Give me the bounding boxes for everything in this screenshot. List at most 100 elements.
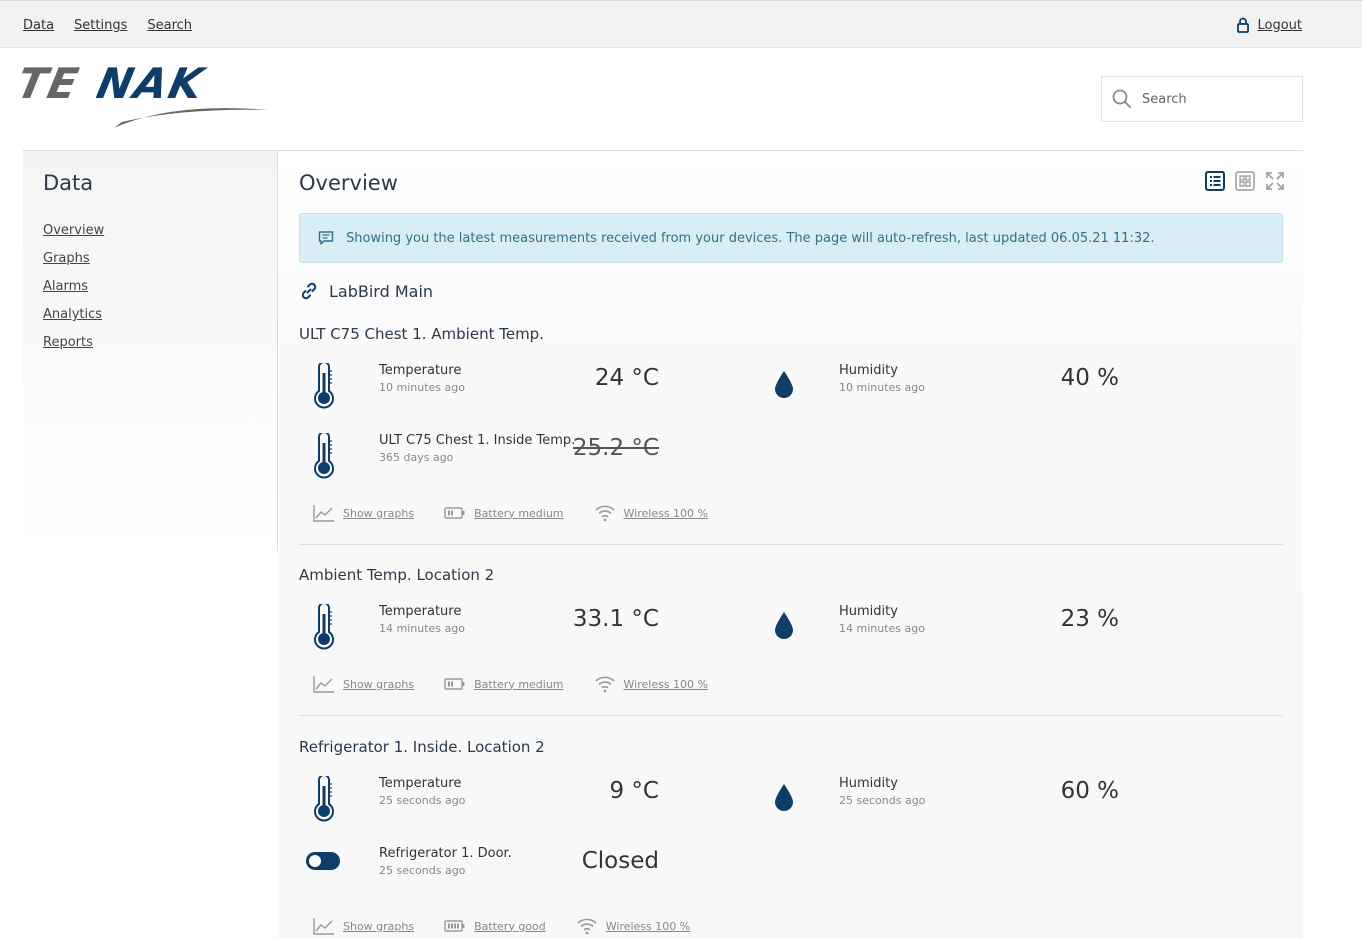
measurement-row: Temperature 10 minutes ago 24 °C Humidit… — [299, 363, 1283, 413]
battery-icon — [444, 678, 465, 690]
top-nav: Data Settings Search — [23, 18, 192, 33]
show-graphs-label: Show graphs — [343, 919, 415, 933]
chart-icon — [313, 676, 334, 693]
measurement-label: Temperature — [379, 363, 462, 378]
measurement-age: 14 minutes ago — [379, 622, 465, 635]
battery-status[interactable]: Battery medium — [444, 506, 564, 520]
top-bar: Data Settings Search Logout — [0, 0, 1362, 48]
battery-label: Battery medium — [474, 677, 564, 691]
measurement-value: 24 °C — [594, 365, 659, 391]
sidebar-item-graphs[interactable]: Graphs — [43, 251, 90, 266]
svg-text:TE: TE — [22, 64, 84, 109]
measurement-value: 60 % — [1060, 778, 1119, 804]
device-card: ULT C75 Chest 1. Ambient Temp. Temperatu… — [299, 325, 1283, 545]
device-footer: Show graphs Battery medium Wireless 100 … — [313, 675, 738, 693]
device-group-header[interactable]: LabBird Main — [299, 281, 433, 301]
sidebar-title: Data — [43, 171, 94, 195]
measurement-value: 40 % — [1060, 365, 1119, 391]
device-card: Ambient Temp. Location 2 Temperature 14 … — [299, 566, 1283, 716]
measurement-age: 10 minutes ago — [839, 381, 925, 394]
sidebar-item-analytics[interactable]: Analytics — [43, 307, 102, 322]
battery-label: Battery good — [474, 919, 546, 933]
droplet-icon — [775, 784, 793, 811]
view-toggle — [1205, 171, 1285, 191]
device-footer: Show graphs Battery good Wireless 100 % — [313, 917, 720, 935]
battery-status[interactable]: Battery medium — [444, 677, 564, 691]
search-input[interactable] — [1142, 91, 1282, 107]
sidebar-item-overview[interactable]: Overview — [43, 223, 104, 238]
logout-label: Logout — [1257, 17, 1302, 33]
show-graphs-link[interactable]: Show graphs — [313, 504, 414, 522]
measurement-value: 33.1 °C — [572, 606, 659, 632]
measurement-row: Refrigerator 1. Door. 25 seconds ago Clo… — [299, 846, 1283, 896]
list-view-icon — [1205, 171, 1225, 191]
wireless-status[interactable]: Wireless 100 % — [576, 917, 690, 935]
chart-icon — [313, 918, 334, 935]
device-group-name: LabBird Main — [329, 281, 434, 301]
sidebar-item-alarms[interactable]: Alarms — [43, 279, 88, 294]
measurement-label: Humidity — [839, 363, 898, 378]
sidebar-menu: Overview Graphs Alarms Analytics Reports — [43, 217, 104, 357]
device-card: Refrigerator 1. Inside. Location 2 Tempe… — [299, 738, 1283, 938]
battery-label: Battery medium — [474, 506, 564, 520]
topnav-data-link[interactable]: Data — [23, 18, 54, 33]
fullscreen-icon — [1266, 172, 1284, 190]
measurement-age: 25 seconds ago — [379, 794, 466, 807]
sidebar-item-reports[interactable]: Reports — [43, 335, 93, 350]
device-name: ULT C75 Chest 1. Ambient Temp. — [299, 325, 544, 343]
main-content: Overview Showing you the latest measurem… — [279, 151, 1303, 939]
info-banner: Showing you the latest measurements rece… — [299, 213, 1283, 263]
tenak-logo[interactable]: TE NAK — [12, 60, 282, 134]
wireless-status[interactable]: Wireless 100 % — [594, 504, 708, 522]
droplet-icon — [775, 371, 793, 398]
wireless-label: Wireless 100 % — [623, 506, 708, 520]
topnav-settings-link[interactable]: Settings — [74, 18, 127, 33]
thermometer-icon — [314, 604, 334, 650]
chart-icon — [313, 505, 334, 522]
measurement-age: 25 seconds ago — [379, 864, 466, 877]
measurement-label: Humidity — [839, 776, 898, 791]
show-graphs-link[interactable]: Show graphs — [313, 675, 414, 693]
toggle-icon — [306, 852, 340, 870]
battery-icon — [444, 507, 465, 519]
page-title: Overview — [299, 171, 398, 195]
measurement-label: Temperature — [379, 776, 462, 791]
wireless-label: Wireless 100 % — [623, 677, 708, 691]
measurement-row: Temperature 14 minutes ago 33.1 °C Humid… — [299, 604, 1283, 654]
info-message: Showing you the latest measurements rece… — [346, 230, 1155, 246]
grid-view-button[interactable] — [1235, 171, 1255, 191]
topnav-search-link[interactable]: Search — [147, 18, 192, 33]
wifi-icon — [594, 676, 615, 693]
sidebar: Data Overview Graphs Alarms Analytics Re… — [23, 151, 278, 551]
measurement-value: Closed — [581, 848, 659, 874]
logout-link[interactable]: Logout — [1237, 17, 1302, 33]
show-graphs-link[interactable]: Show graphs — [313, 917, 414, 935]
thermometer-icon — [314, 363, 334, 409]
measurement-age: 25 seconds ago — [839, 794, 926, 807]
measurement-value: 23 % — [1060, 606, 1119, 632]
search-icon — [1112, 89, 1131, 108]
device-divider — [299, 715, 1283, 716]
wireless-status[interactable]: Wireless 100 % — [594, 675, 708, 693]
measurement-label: Humidity — [839, 604, 898, 619]
droplet-icon — [775, 612, 793, 639]
measurement-age: 365 days ago — [379, 451, 454, 464]
measurement-row: Temperature 25 seconds ago 9 °C Humidity… — [299, 776, 1283, 826]
measurement-age: 14 minutes ago — [839, 622, 925, 635]
show-graphs-label: Show graphs — [343, 677, 415, 691]
device-name: Refrigerator 1. Inside. Location 2 — [299, 738, 545, 756]
measurement-label: Refrigerator 1. Door. — [379, 846, 512, 861]
search-box[interactable] — [1101, 76, 1303, 122]
measurement-value: 9 °C — [609, 778, 659, 804]
list-view-button[interactable] — [1205, 171, 1225, 191]
show-graphs-label: Show graphs — [343, 506, 415, 520]
device-divider — [299, 544, 1283, 545]
device-name: Ambient Temp. Location 2 — [299, 566, 495, 584]
fullscreen-button[interactable] — [1265, 171, 1285, 191]
device-footer: Show graphs Battery medium Wireless 100 … — [313, 504, 738, 522]
thermometer-icon — [314, 776, 334, 822]
wifi-icon — [577, 918, 597, 935]
chat-icon — [318, 231, 334, 245]
battery-status[interactable]: Battery good — [444, 919, 546, 933]
measurement-label: Temperature — [379, 604, 462, 619]
